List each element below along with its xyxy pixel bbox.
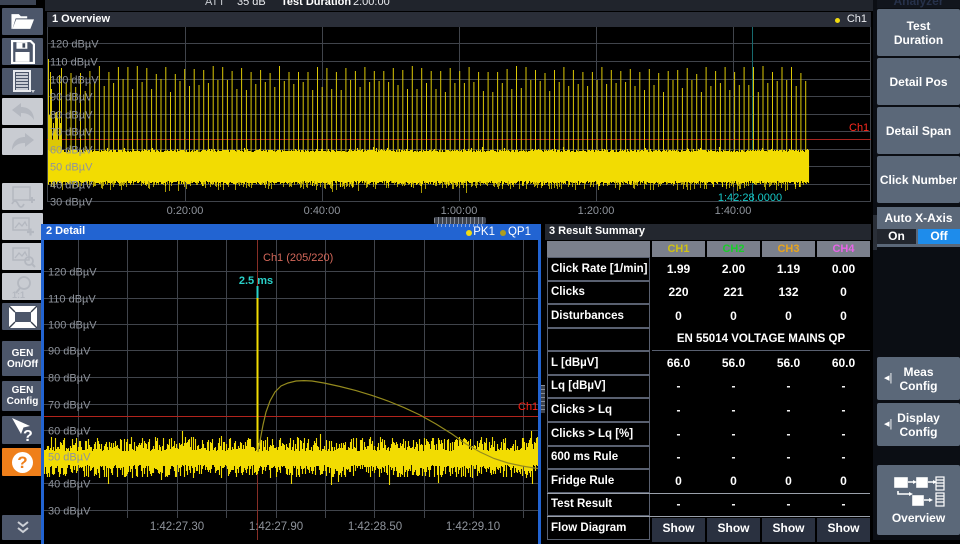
svg-text:70 dBµV: 70 dBµV <box>50 127 93 139</box>
svg-text:70 dBµV: 70 dBµV <box>48 400 91 412</box>
svg-text:50 dBµV: 50 dBµV <box>48 452 91 464</box>
svg-text:0:40:00: 0:40:00 <box>304 205 341 217</box>
svg-text:80 dBµV: 80 dBµV <box>50 110 93 122</box>
svg-text:120 dBµV: 120 dBµV <box>50 39 99 51</box>
svg-text:90 dBµV: 90 dBµV <box>48 346 91 358</box>
svg-text:?: ? <box>23 428 33 443</box>
svg-text:90 dBµV: 90 dBµV <box>50 92 93 104</box>
svg-text:1:42:28.50: 1:42:28.50 <box>348 521 402 533</box>
svg-text:1:42:27.90: 1:42:27.90 <box>249 521 303 533</box>
svg-text:Ch1: Ch1 <box>849 122 869 134</box>
svg-text:2.5 ms: 2.5 ms <box>239 275 273 287</box>
svg-text:100 dBµV: 100 dBµV <box>50 75 99 87</box>
svg-text:1:20:00: 1:20:00 <box>578 205 615 217</box>
svg-text:Ch1 (205/220): Ch1 (205/220) <box>263 252 333 264</box>
svg-text:1:42:28.0000: 1:42:28.0000 <box>718 192 782 204</box>
svg-text:1:42:27.30: 1:42:27.30 <box>150 521 204 533</box>
svg-text:60 dBµV: 60 dBµV <box>50 145 93 157</box>
svg-text:110 dBµV: 110 dBµV <box>48 294 96 306</box>
svg-text:0:20:00: 0:20:00 <box>167 205 204 217</box>
svg-text:Ch1: Ch1 <box>518 401 538 413</box>
svg-text:60 dBµV: 60 dBµV <box>48 426 91 438</box>
svg-text:110 dBµV: 110 dBµV <box>50 57 98 69</box>
svg-text:100 dBµV: 100 dBµV <box>48 320 97 332</box>
svg-text:1:40:00: 1:40:00 <box>715 205 752 217</box>
svg-text:1:00:00: 1:00:00 <box>441 205 478 217</box>
svg-text:80 dBµV: 80 dBµV <box>48 373 91 385</box>
svg-text:40 dBµV: 40 dBµV <box>50 180 93 192</box>
svg-text:1:1: 1:1 <box>12 290 25 299</box>
svg-text:40 dBµV: 40 dBµV <box>48 479 91 491</box>
svg-text:30 dBµV: 30 dBµV <box>48 506 91 518</box>
svg-text:1:42:29.10: 1:42:29.10 <box>446 521 500 533</box>
svg-text:120 dBµV: 120 dBµV <box>48 267 97 279</box>
svg-text:30 dBµV: 30 dBµV <box>50 197 93 209</box>
svg-text:50 dBµV: 50 dBµV <box>50 162 93 174</box>
